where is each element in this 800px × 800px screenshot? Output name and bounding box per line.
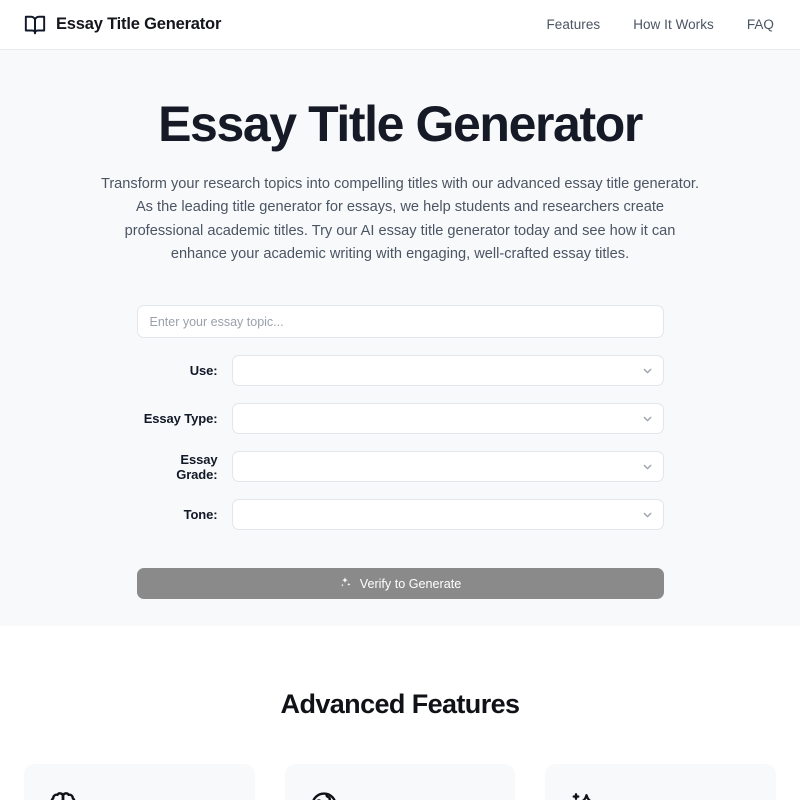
features-title: Advanced Features	[280, 689, 521, 719]
nav-link-how-it-works[interactable]: How It Works	[633, 17, 714, 32]
select-essay-type-value[interactable]	[231, 403, 664, 435]
select-tone-value[interactable]	[231, 499, 664, 531]
nav-link-features[interactable]: Features	[547, 17, 601, 32]
brain-icon	[48, 790, 231, 800]
globe-icon	[309, 790, 492, 800]
select-essay-grade-value[interactable]	[231, 451, 664, 483]
select-use[interactable]	[231, 355, 664, 387]
select-tone[interactable]	[231, 499, 664, 531]
features-section: Advanced Features	[0, 626, 800, 800]
form-row-use: Use:	[137, 355, 664, 387]
page-title: Essay Title Generator	[158, 96, 643, 152]
label-use: Use:	[189, 363, 218, 379]
verify-to-generate-label: Verify to Generate	[359, 576, 462, 591]
hero-section: Essay Title Generator Transform your res…	[0, 50, 800, 626]
select-essay-grade[interactable]	[231, 451, 664, 483]
hero-description: Transform your research topics into comp…	[100, 176, 700, 263]
generator-form: Use: Essay Type:	[136, 305, 664, 600]
verify-to-generate-button[interactable]: Verify to Generate	[136, 568, 664, 600]
form-row-essay-type: Essay Type:	[137, 403, 664, 435]
brand[interactable]: Essay Title Generator	[24, 14, 221, 36]
site-header: Essay Title Generator Features How It Wo…	[0, 0, 800, 50]
sparkles-icon	[339, 576, 352, 592]
book-open-icon	[24, 14, 46, 36]
feature-card[interactable]	[24, 764, 255, 800]
sparkle-icon	[569, 790, 752, 800]
essay-topic-input[interactable]	[136, 305, 664, 339]
select-use-value[interactable]	[231, 355, 664, 387]
form-row-essay-grade: Essay Grade:	[137, 451, 664, 483]
feature-card[interactable]	[284, 764, 516, 800]
feature-card[interactable]	[545, 764, 776, 800]
form-row-tone: Tone:	[137, 499, 664, 531]
label-essay-grade: Essay Grade:	[176, 451, 218, 482]
brand-name: Essay Title Generator	[56, 15, 222, 33]
features-grid	[0, 764, 800, 800]
nav-link-faq[interactable]: FAQ	[747, 17, 774, 32]
label-essay-type: Essay Type:	[143, 411, 218, 427]
label-tone: Tone:	[183, 507, 218, 523]
form-row-submit: Verify to Generate	[136, 547, 664, 600]
main-nav: Features How It Works FAQ	[547, 17, 774, 32]
select-essay-type[interactable]	[231, 403, 664, 435]
